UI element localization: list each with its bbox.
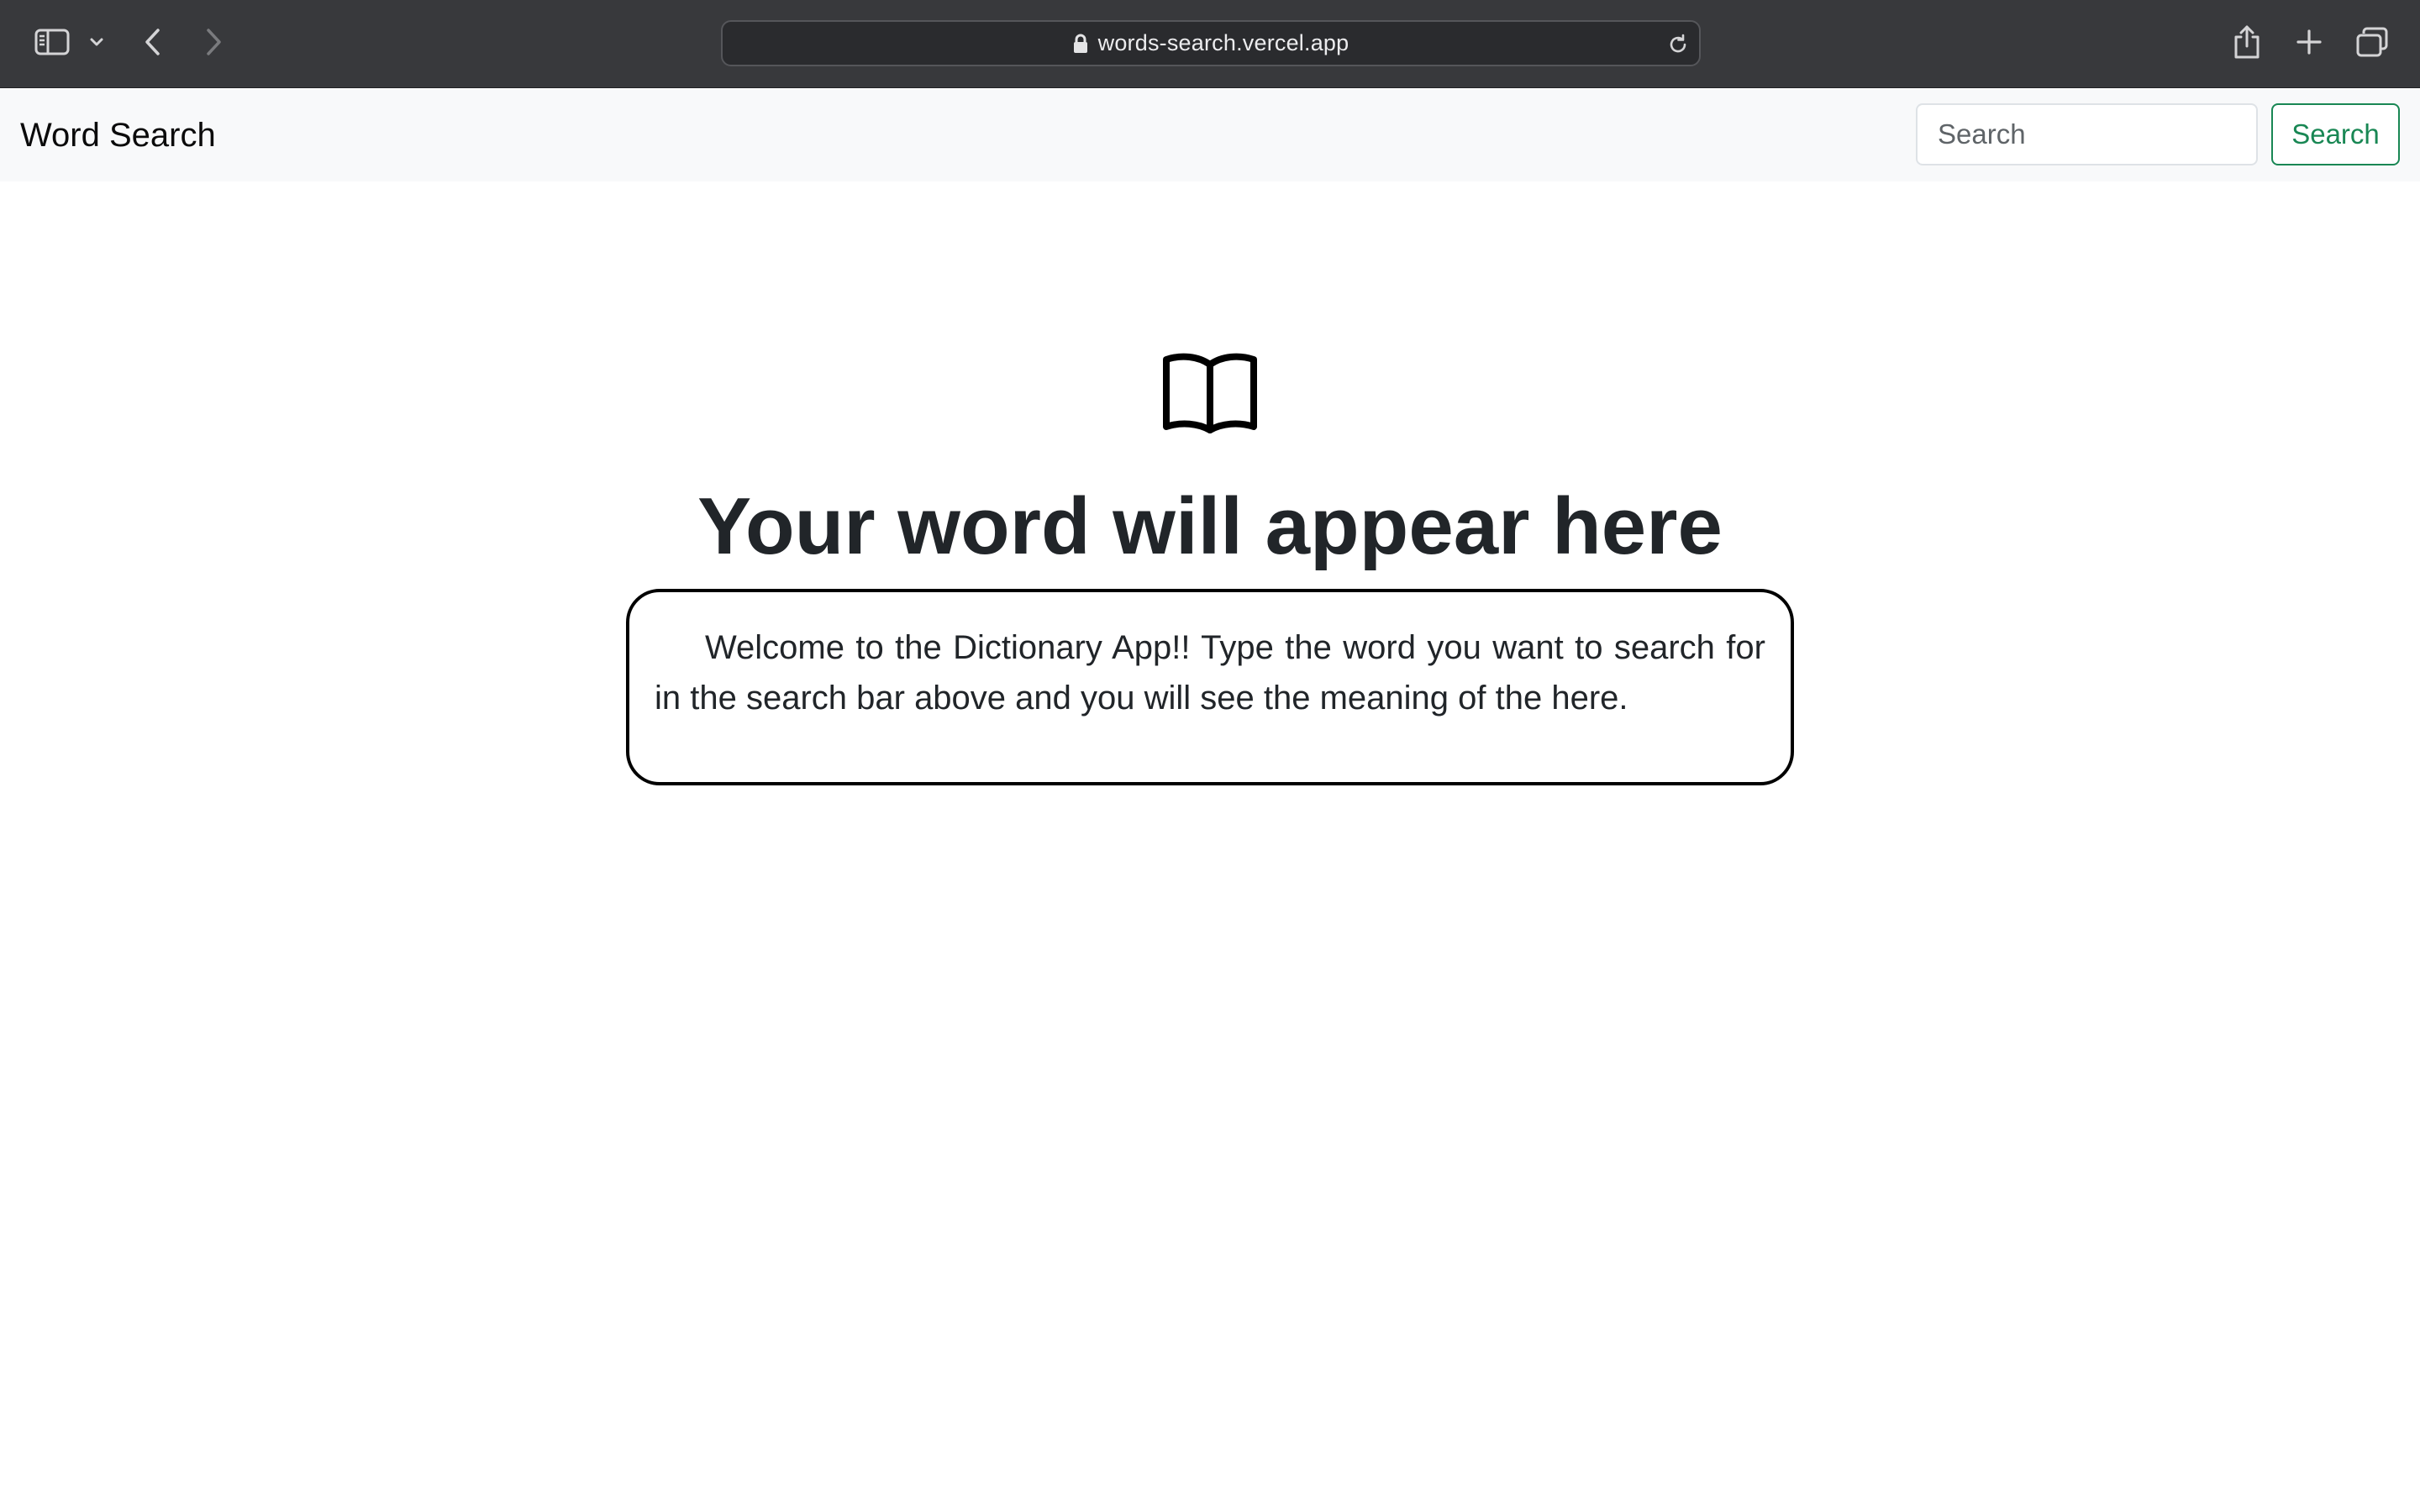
sidebar-icon[interactable] [30,24,74,60]
url-text: words-search.vercel.app [1097,30,1349,55]
lock-icon [1073,34,1088,54]
search-input[interactable] [1916,103,2258,165]
browser-toolbar: words-search.vercel.app [0,0,2420,88]
chevron-right-icon[interactable] [197,24,230,60]
reload-icon[interactable] [1665,32,1691,57]
brand-title[interactable]: Word Search [20,89,216,181]
welcome-message: Welcome to the Dictionary App!! Type the… [655,629,1765,717]
chevron-down-icon[interactable] [84,27,109,57]
search-button[interactable]: Search [2271,103,2400,165]
address-bar[interactable]: words-search.vercel.app [721,20,1701,66]
book-open-icon [1160,349,1260,433]
tabs-icon[interactable] [2353,24,2391,60]
share-icon[interactable] [2230,22,2264,62]
chevron-left-icon[interactable] [136,24,170,60]
word-headline: Your word will appear here [697,481,1723,571]
welcome-message-box: Welcome to the Dictionary App!! Type the… [626,589,1794,785]
navbar: Word Search Search [0,89,2420,181]
plus-icon[interactable] [2292,24,2326,60]
